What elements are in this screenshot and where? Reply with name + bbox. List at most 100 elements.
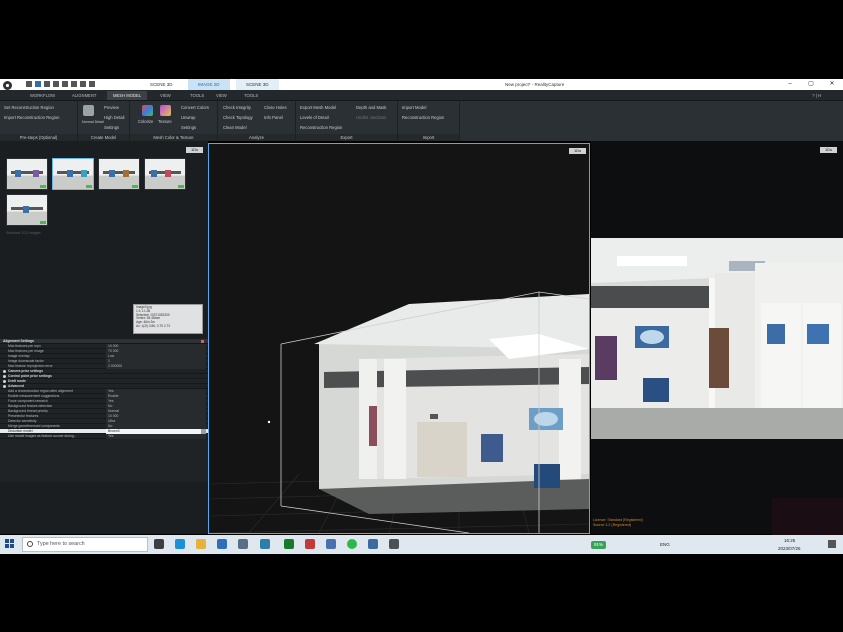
tab-view-2[interactable]: VIEW [210,91,233,100]
depth-and-mask-button[interactable]: Depth and Mask [356,105,387,110]
normal-detail-button[interactable]: Normal Detail [82,120,104,124]
maximize-button[interactable]: ▢ [804,79,818,90]
convert-colors-button[interactable]: Convert Colors [181,105,209,110]
ribbon: Set Reconstruction Region Import Reconst… [0,101,843,141]
layout-icon[interactable] [53,81,59,87]
ribbon-group-label: Create Model [78,134,129,141]
ribbon-group-label: Export [296,134,397,141]
setting-key: Use model images as feature-source durin… [8,434,77,438]
app-logo-icon[interactable] [3,81,12,90]
colorize-button[interactable]: Colorize [138,119,153,124]
tab-mesh-model[interactable]: MESH MODEL [107,91,148,100]
import-reconstruction-region-2-button[interactable]: Reconstruction Region [402,115,444,120]
clean-model-button[interactable]: Clean Model [223,125,247,130]
collapse-icon[interactable] [3,385,6,388]
tab-image-2d[interactable]: IMAGE 2D [188,79,230,90]
high-detail-button[interactable]: High Detail [104,115,124,120]
image-thumbnail[interactable] [6,158,48,190]
import-model-button[interactable]: Import Model [402,105,426,110]
tab-alignment[interactable]: ALIGNMENT [66,91,102,100]
set-reconstruction-region-button[interactable]: Set Reconstruction Region [4,105,54,110]
battery-badge[interactable]: 91% [591,540,607,549]
layout-quad-icon[interactable] [80,81,86,87]
reconstructed-model [209,291,589,533]
settings-row[interactable]: Use model images as feature-source durin… [0,434,208,439]
selection-hint: Selected 1/13 images [6,231,41,235]
app-icon[interactable] [305,539,315,549]
setting-value[interactable]: Yes [108,434,114,439]
levels-of-detail-button[interactable]: Levels of Detail [300,115,329,120]
image-2d-viewer[interactable]: 1Ds [591,141,843,534]
alignment-settings-panel: Alignment Settings Max features per mpx 1… [0,339,208,482]
video-overlay [772,498,843,535]
export-reconstruction-region-button[interactable]: Reconstruction Region [300,125,342,130]
undistorted-sections-button[interactable]: Undist. Sections [356,115,386,120]
realitycapture-taskbar-icon[interactable] [389,539,399,549]
notification-icon[interactable] [828,540,836,548]
close-panel-icon[interactable] [201,340,204,343]
language-indicator[interactable]: ENG [660,535,670,554]
settings-icon[interactable] [89,81,95,87]
ribbon-group-meshcolor: Colorize Texture Convert Colors Unwrap S… [130,101,218,141]
ribbon-group-import: Import Model Reconstruction Region Impor… [398,101,460,141]
mail-icon[interactable] [238,539,248,549]
texture-button[interactable]: Texture [158,119,172,124]
info-panel-button[interactable]: Info Panel [264,115,283,120]
log-output: Licence: Standard (Registered) Source 3.… [593,518,773,528]
app-icon[interactable] [326,539,336,549]
task-view-icon[interactable] [154,539,164,549]
unwrap-button[interactable]: Unwrap [181,115,195,120]
store-icon[interactable] [217,539,227,549]
texture-settings-button[interactable]: Settings [181,125,196,130]
texture-icon [160,105,171,116]
image-thumbnail[interactable] [98,158,140,190]
ribbon-group-label: Analyze [218,134,295,141]
expand-icon[interactable] [3,380,6,383]
mesh-icon [83,105,94,116]
help-shortcut[interactable]: ? | H [812,91,821,100]
tab-scene-3d-1[interactable]: SCENE 3D [140,79,183,90]
whatsapp-icon[interactable] [347,539,357,549]
tab-tools-1[interactable]: TOOLS [184,91,210,100]
layout-split-icon[interactable] [62,81,68,87]
edge-browser-icon[interactable] [175,539,185,549]
export-mesh-model-button[interactable]: Export Mesh Model [300,105,336,110]
new-project-icon[interactable] [26,81,32,87]
file-explorer-icon[interactable] [196,539,206,549]
minimize-button[interactable]: – [783,79,797,90]
scene-3d-viewport[interactable]: 1Ds [208,143,590,534]
ribbon-tabs: WORKFLOW ALIGNMENT MESH MODEL VIEW TOOLS… [0,90,843,101]
expand-icon[interactable] [3,375,6,378]
tab-view-1[interactable]: VIEW [154,91,177,100]
close-button[interactable]: ✕ [825,79,839,90]
teams-icon[interactable] [260,539,270,549]
xbox-icon[interactable] [284,539,294,549]
image-thumbnail[interactable] [144,158,186,190]
open-project-icon[interactable] [35,81,41,87]
check-integrity-button[interactable]: Check Integrity [223,105,251,110]
ribbon-group-export: Export Mesh Model Levels of Detail Recon… [296,101,398,141]
check-topology-button[interactable]: Check Topology [223,115,253,120]
image-thumbnail[interactable] [52,158,94,190]
windows-taskbar: Type here to search 91% ENG 16:25 2023/0… [0,535,843,554]
clock-date[interactable]: 2023/07/26 [778,539,801,558]
tab-scene-3d-2[interactable]: SCENE 3D [236,79,279,90]
tab-tools-2[interactable]: TOOLS [238,91,264,100]
preview-button[interactable]: Preview [104,105,119,110]
layout-grid-icon[interactable] [71,81,77,87]
app-icon[interactable] [368,539,378,549]
import-reconstruction-region-button[interactable]: Import Reconstruction Region [4,115,59,120]
image-thumbnail[interactable] [6,194,48,226]
panel-view-badge[interactable]: 1Ds [186,147,203,153]
ribbon-group-prestep: Set Reconstruction Region Import Reconst… [0,101,78,141]
expand-icon[interactable] [3,370,6,373]
taskbar-search-input[interactable]: Type here to search [22,537,148,552]
save-icon[interactable] [44,81,50,87]
close-holes-button[interactable]: Close Holes [264,105,287,110]
image-view-badge[interactable]: 1Ds [820,147,837,153]
windows-start-icon[interactable] [5,539,15,549]
image-tooltip: Image0.jpg 1:1:1:1:38 Selected: 10071082… [133,304,203,334]
create-settings-button[interactable]: Settings [104,125,119,130]
search-icon [27,541,33,547]
tab-workflow[interactable]: WORKFLOW [24,91,61,100]
